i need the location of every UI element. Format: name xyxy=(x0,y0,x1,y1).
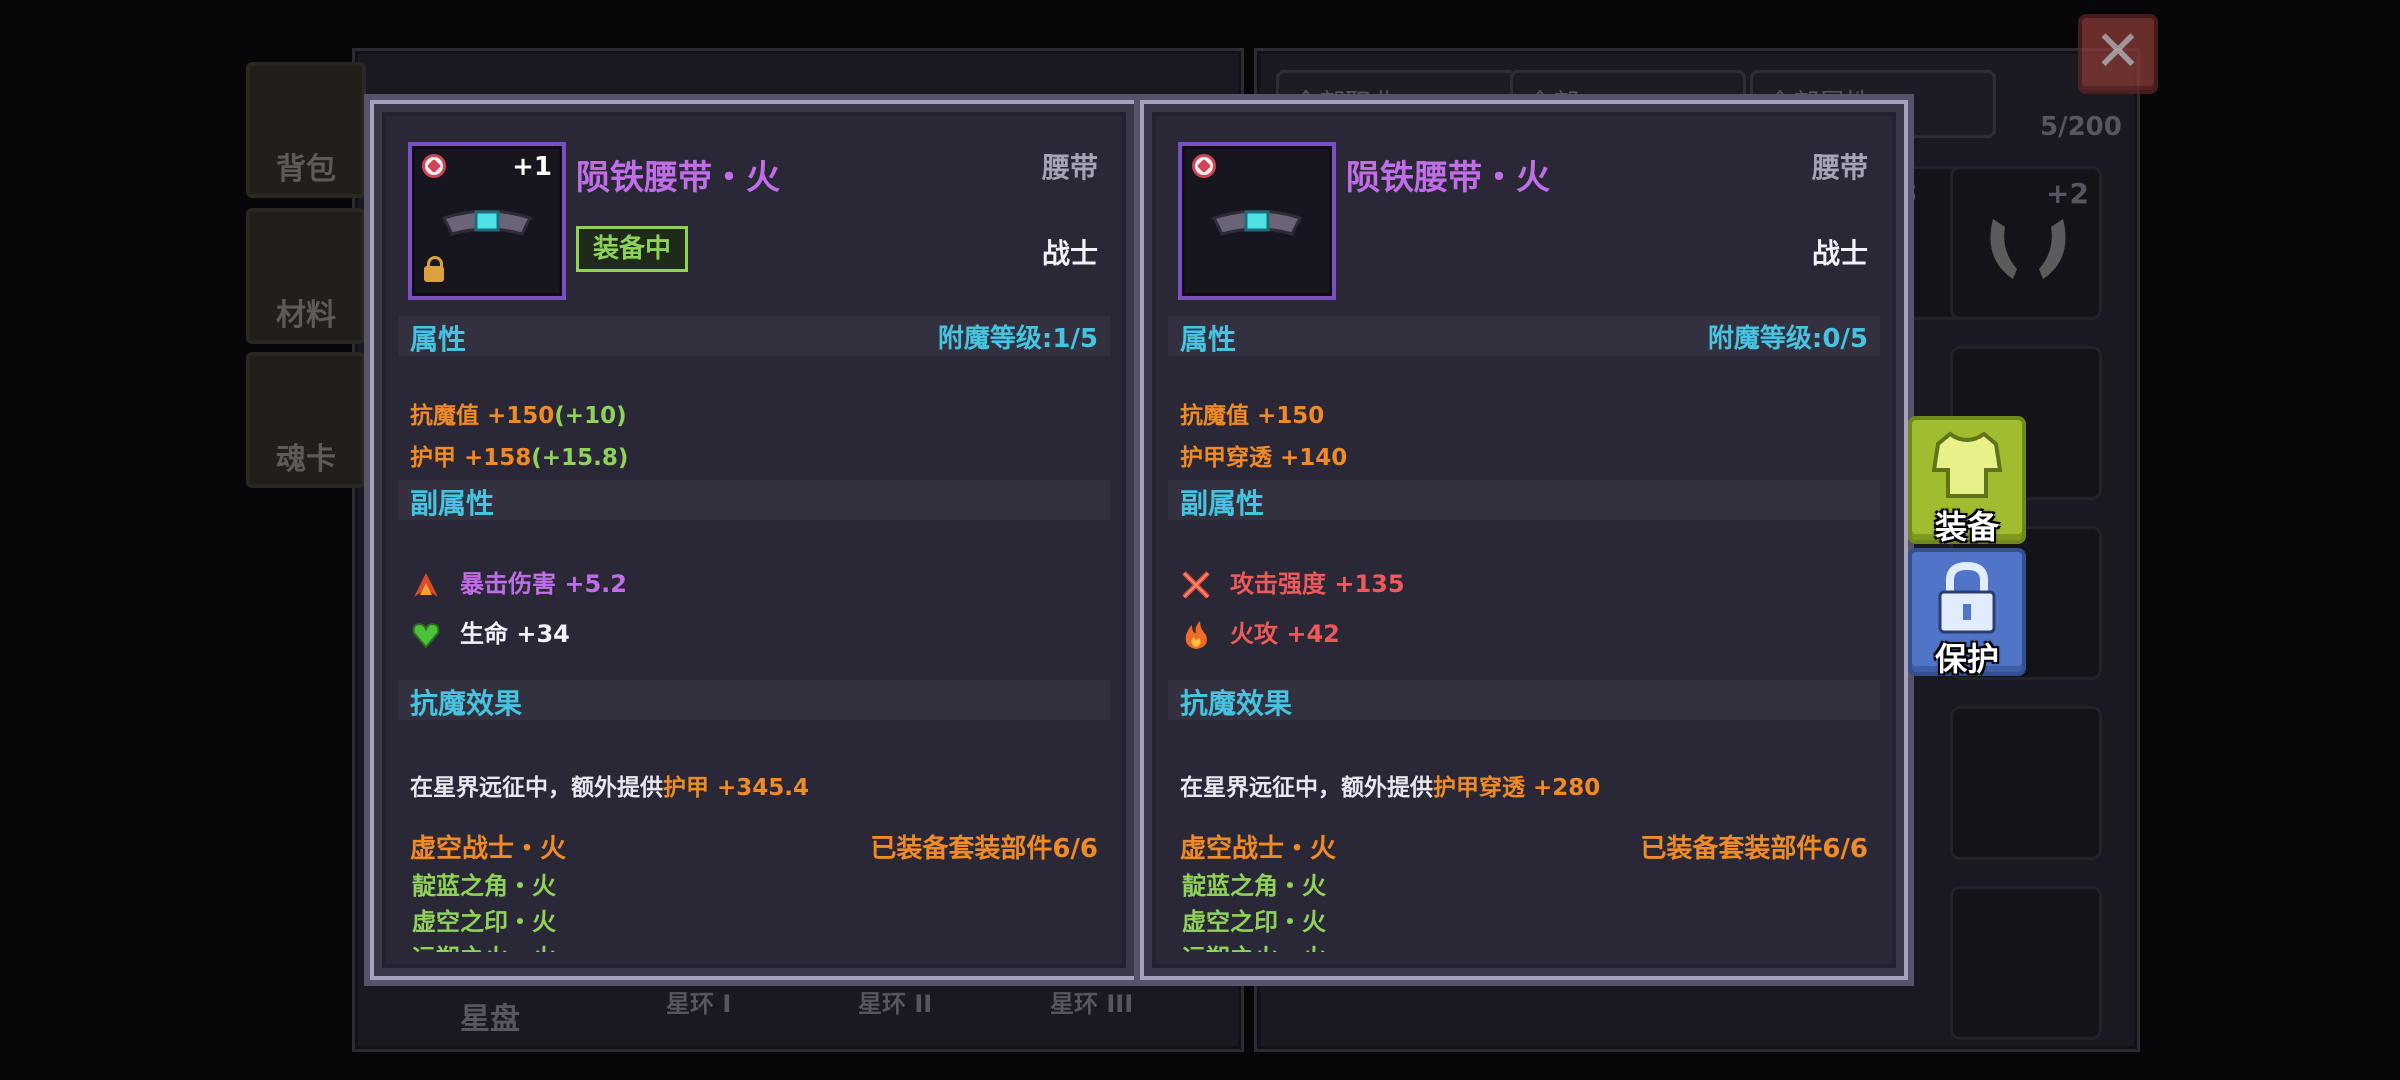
substat-life: 生命 +34 xyxy=(410,614,570,651)
stat-armor-pen: 护甲穿透 +140 xyxy=(1180,438,1347,472)
set-name: 虚空战士・火 xyxy=(1180,834,1337,864)
substats-title: 副属性 xyxy=(1180,487,1265,520)
tab-backpack[interactable]: 背包 xyxy=(246,62,366,198)
enchant-level: 附魔等级:0/5 xyxy=(1707,324,1868,354)
enchant-level: 附魔等级:1/5 xyxy=(937,324,1098,354)
stat-label: 抗魔值 +150 xyxy=(410,403,555,429)
set-item: 靛蓝之角・火 xyxy=(1182,872,1326,900)
stat-bonus: (+15.8) xyxy=(531,445,629,471)
substats-header: 副属性 xyxy=(398,480,1110,520)
item-level: +1 xyxy=(512,152,552,182)
selected-item-card: 陨铁腰带・火 腰带 战士 属性 附魔等级:0/5 抗魔值 +150 护甲穿透 +… xyxy=(1140,100,1908,980)
fire-icon xyxy=(1185,621,1207,649)
substat-label: 火攻 +42 xyxy=(1230,620,1340,648)
set-item: 虚空之印・火 xyxy=(1182,908,1326,936)
item-icon-box xyxy=(1178,142,1336,300)
effect-header: 抗魔效果 xyxy=(398,680,1110,720)
tab-star-ring-2[interactable]: 星环 II xyxy=(858,984,932,1019)
effect-description: 在星界远征中，额外提供护甲穿透 +280 xyxy=(1180,768,1600,802)
tab-star-ring-1[interactable]: 星环 I xyxy=(666,984,731,1019)
item-icon-box: +1 xyxy=(408,142,566,300)
padlock-icon xyxy=(1938,561,1996,634)
life-heart-icon xyxy=(412,622,440,649)
item-type: 腰带 xyxy=(1041,151,1098,184)
effect-title: 抗魔效果 xyxy=(1180,687,1293,720)
substat-fire-attack: 火攻 +42 xyxy=(1180,614,1340,651)
set-item: 靛蓝之角・火 xyxy=(412,872,556,900)
inventory-count: 5/200 xyxy=(2040,112,2122,142)
substat-label: 攻击强度 +135 xyxy=(1230,570,1405,598)
stat-label: 护甲穿透 +140 xyxy=(1180,445,1348,471)
effect-text: 在星界远征中，额外提供 xyxy=(410,775,663,801)
attack-swords-icon xyxy=(1182,571,1210,599)
stat-label: 护甲 +158 xyxy=(410,445,532,471)
card-content: +1 陨铁腰带・火 腰带 装备中 战士 属性 附魔等级:1/5 抗魔值 +150… xyxy=(398,128,1110,952)
card-content: 陨铁腰带・火 腰带 战士 属性 附魔等级:0/5 抗魔值 +150 护甲穿透 +… xyxy=(1168,128,1880,952)
effect-highlight: 护甲 +345.4 xyxy=(663,775,810,801)
equip-button-label: 装备 xyxy=(1934,508,1999,546)
attributes-header: 属性 附魔等级:1/5 xyxy=(398,316,1110,356)
stat-bonus: (+10) xyxy=(554,403,627,429)
attributes-title: 属性 xyxy=(410,323,467,356)
effect-highlight: 护甲穿透 +280 xyxy=(1433,775,1601,801)
inventory-slot[interactable] xyxy=(1950,706,2102,860)
stat-armor: 护甲 +158(+15.8) xyxy=(410,438,628,472)
tab-materials-label: 材料 xyxy=(276,298,336,333)
set-name: 虚空战士・火 xyxy=(410,834,567,864)
stat-magic-resist: 抗魔值 +150 xyxy=(1180,396,1324,430)
set-item: 远朔之火・火 xyxy=(1182,938,1326,952)
fire-element-icon xyxy=(1192,154,1216,178)
attributes-title: 属性 xyxy=(1180,323,1237,356)
stat-magic-resist: 抗魔值 +150(+10) xyxy=(410,396,627,430)
set-count: 已装备套装部件6/6 xyxy=(870,834,1098,864)
substats-header: 副属性 xyxy=(1168,480,1880,520)
set-count: 已装备套装部件6/6 xyxy=(1640,834,1868,864)
tab-materials[interactable]: 材料 xyxy=(246,208,366,344)
substat-attack-power: 攻击强度 +135 xyxy=(1180,564,1405,601)
stat-label: 抗魔值 +150 xyxy=(1180,403,1325,429)
equipped-badge: 装备中 xyxy=(576,226,689,272)
inventory-slot[interactable] xyxy=(1950,886,2102,1040)
tab-star-disk[interactable]: 星盘 xyxy=(460,994,520,1038)
tab-backpack-label: 背包 xyxy=(276,152,336,187)
shirt-icon xyxy=(1931,431,2003,498)
crit-damage-icon xyxy=(414,573,438,597)
close-button[interactable]: ✕ xyxy=(2078,14,2158,94)
set-item: 虚空之印・火 xyxy=(412,908,556,936)
substat-label: 暴击伤害 +5.2 xyxy=(460,570,627,598)
effect-text: 在星界远征中，额外提供 xyxy=(1180,775,1433,801)
substat-label: 生命 +34 xyxy=(460,620,570,648)
item-class: 战士 xyxy=(1811,237,1868,270)
item-name: 陨铁腰带・火 xyxy=(576,158,780,198)
inventory-slot-horns[interactable]: +2 xyxy=(1950,166,2102,320)
item-class: 战士 xyxy=(1041,237,1098,270)
tab-soul-cards-label: 魂卡 xyxy=(276,442,336,477)
belt-icon xyxy=(1212,209,1302,236)
lock-icon xyxy=(424,256,444,282)
slot-level: +2 xyxy=(2046,177,2089,210)
tab-soul-cards[interactable]: 魂卡 xyxy=(246,352,366,488)
effect-title: 抗魔效果 xyxy=(410,687,523,720)
item-name: 陨铁腰带・火 xyxy=(1346,158,1550,198)
item-type: 腰带 xyxy=(1811,151,1868,184)
attributes-header: 属性 附魔等级:0/5 xyxy=(1168,316,1880,356)
substat-crit-damage: 暴击伤害 +5.2 xyxy=(410,564,627,601)
effect-header: 抗魔效果 xyxy=(1168,680,1880,720)
equip-button[interactable]: 装备 xyxy=(1908,416,2026,546)
close-icon: ✕ xyxy=(2094,19,2142,84)
fire-element-icon xyxy=(422,154,446,178)
effect-description: 在星界远征中，额外提供护甲 +345.4 xyxy=(410,768,809,802)
tab-star-ring-3[interactable]: 星环 III xyxy=(1050,984,1133,1019)
horns-icon xyxy=(1990,219,2066,279)
belt-icon xyxy=(442,209,532,236)
substats-title: 副属性 xyxy=(410,487,495,520)
equipped-item-card: +1 陨铁腰带・火 腰带 装备中 战士 属性 附魔等级:1/5 抗魔值 +150… xyxy=(370,100,1138,980)
set-item: 远朔之火・火 xyxy=(412,938,556,952)
protect-button-label: 保护 xyxy=(1934,640,1999,678)
protect-button[interactable]: 保护 xyxy=(1908,548,2026,678)
